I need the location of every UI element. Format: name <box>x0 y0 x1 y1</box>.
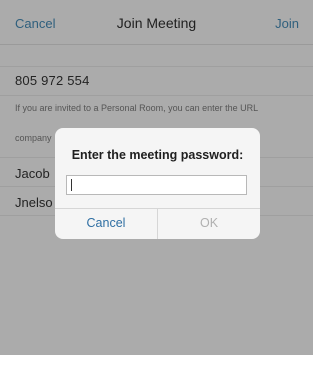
page-title: Join Meeting <box>116 15 197 31</box>
divider <box>0 95 313 96</box>
personal-room-hint: If you are invited to a Personal Room, y… <box>15 103 259 113</box>
dialog-title: Enter the meeting password: <box>71 148 244 162</box>
join-button[interactable]: Join <box>275 16 299 31</box>
dialog-ok-button[interactable]: OK <box>158 208 260 239</box>
join-meeting-screen: Cancel Join Meeting Join 805 972 554 If … <box>0 0 313 355</box>
divider <box>0 66 313 67</box>
nav-bar: Cancel Join Meeting Join <box>0 0 313 45</box>
password-input[interactable] <box>66 175 247 195</box>
name-field[interactable]: Jacob <box>15 166 50 181</box>
personal-room-hint-line2: company <box>15 133 52 143</box>
dialog-cancel-button[interactable]: Cancel <box>55 208 157 239</box>
password-dialog: Enter the meeting password: Cancel OK <box>55 128 260 239</box>
text-caret <box>71 179 72 191</box>
email-field[interactable]: Jnelso <box>15 195 53 210</box>
meeting-number-field[interactable]: 805 972 554 <box>15 73 90 88</box>
